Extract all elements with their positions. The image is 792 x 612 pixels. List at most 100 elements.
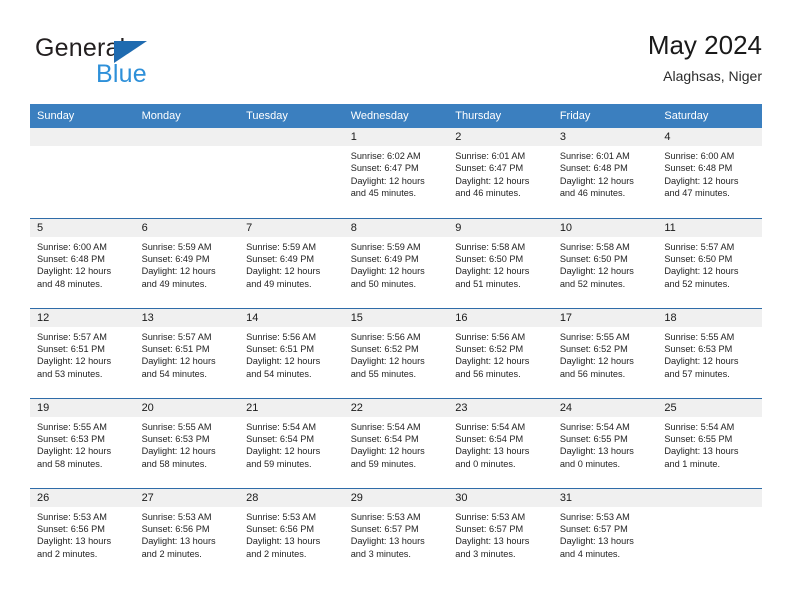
calendar-day-cell[interactable]: 9 Sunrise: 5:58 AM Sunset: 6:50 PM Daylight… bbox=[448, 217, 553, 308]
day-cell-details bbox=[30, 146, 135, 150]
sunset-text: Sunset: 6:51 PM bbox=[37, 343, 105, 354]
day-cell-inner: 28 Sunrise: 5:53 AM Sunset: 6:56 PM Dayligh… bbox=[239, 488, 344, 579]
day-cell-inner: 5 Sunrise: 6:00 AM Sunset: 6:48 PM Daylight… bbox=[30, 218, 135, 308]
daylight-text-line2: and 57 minutes. bbox=[664, 368, 730, 379]
calendar-day-cell[interactable]: 31 Sunrise: 5:53 AM Sunset: 6:57 PM Dayligh… bbox=[552, 487, 658, 578]
daylight-text-line2: and 50 minutes. bbox=[350, 278, 417, 289]
calendar-day-cell[interactable]: 15 Sunrise: 5:56 AM Sunset: 6:52 PM Dayligh… bbox=[343, 307, 449, 398]
calendar-day-cell[interactable]: 20 Sunrise: 5:55 AM Sunset: 6:53 PM Dayligh… bbox=[134, 397, 240, 488]
daylight-text-line1: Daylight: 12 hours bbox=[141, 356, 216, 367]
day-number: 18 bbox=[657, 308, 762, 327]
day-cell-inner: 29 Sunrise: 5:53 AM Sunset: 6:57 PM Dayligh… bbox=[343, 488, 449, 579]
sunset-text: Sunset: 6:49 PM bbox=[246, 253, 315, 264]
daylight-text-line1: Daylight: 12 hours bbox=[559, 175, 634, 186]
day-cell-details: Sunrise: 6:00 AM Sunset: 6:48 PM Daylight:… bbox=[657, 146, 762, 200]
calendar-day-cell[interactable]: 17 Sunrise: 5:55 AM Sunset: 6:52 PM Dayligh… bbox=[552, 307, 658, 398]
daylight-text-line2: and 0 minutes. bbox=[455, 458, 516, 469]
calendar-page: General Blue May 2024 Alaghsas, Niger Su… bbox=[0, 0, 792, 612]
day-cell-inner: 18 Sunrise: 5:55 AM Sunset: 6:53 PM Dayligh… bbox=[657, 308, 762, 398]
calendar-day-cell[interactable]: 3 Sunrise: 6:01 AM Sunset: 6:48 PM Daylight… bbox=[552, 128, 658, 218]
day-cell-inner: 20 Sunrise: 5:55 AM Sunset: 6:53 PM Dayligh… bbox=[134, 398, 240, 488]
calendar-day-cell[interactable]: 11 Sunrise: 5:57 AM Sunset: 6:50 PM Dayligh… bbox=[657, 217, 762, 308]
day-cell-inner: 1 Sunrise: 6:02 AM Sunset: 6:47 PM Daylight… bbox=[343, 128, 449, 218]
day-number: 26 bbox=[30, 488, 135, 507]
brand-name-general: General bbox=[35, 34, 126, 62]
sunrise-text: Sunrise: 5:54 AM bbox=[559, 421, 630, 432]
daylight-text-line2: and 54 minutes. bbox=[246, 368, 312, 379]
calendar-day-cell[interactable]: 4 Sunrise: 6:00 AM Sunset: 6:48 PM Daylight… bbox=[657, 128, 762, 218]
day-cell-details bbox=[135, 146, 240, 150]
day-cell-details: Sunrise: 5:55 AM Sunset: 6:53 PM Daylight:… bbox=[30, 417, 135, 471]
calendar-day-cell[interactable]: 6 Sunrise: 5:59 AM Sunset: 6:49 PM Daylight… bbox=[134, 217, 240, 308]
calendar-day-cell[interactable]: 25 Sunrise: 5:54 AM Sunset: 6:55 PM Dayligh… bbox=[657, 397, 762, 488]
brand-name-blue: Blue bbox=[96, 60, 147, 88]
calendar-day-cell[interactable]: 24 Sunrise: 5:54 AM Sunset: 6:55 PM Dayligh… bbox=[552, 397, 658, 488]
day-cell-details: Sunrise: 5:56 AM Sunset: 6:52 PM Daylight:… bbox=[344, 327, 449, 381]
day-cell-inner: 13 Sunrise: 5:57 AM Sunset: 6:51 PM Dayligh… bbox=[134, 308, 240, 398]
sunrise-text: Sunrise: 5:53 AM bbox=[559, 511, 630, 522]
sunrise-text: Sunrise: 5:53 AM bbox=[141, 511, 212, 522]
calendar-day-cell[interactable]: 5 Sunrise: 6:00 AM Sunset: 6:48 PM Daylight… bbox=[30, 217, 135, 308]
daylight-text-line2: and 4 minutes. bbox=[559, 548, 621, 559]
sunrise-text: Sunrise: 5:55 AM bbox=[37, 421, 107, 432]
day-cell-details: Sunrise: 5:54 AM Sunset: 6:54 PM Daylight:… bbox=[344, 417, 449, 471]
calendar-week-row: 5 Sunrise: 6:00 AM Sunset: 6:48 PM Daylight… bbox=[30, 217, 762, 308]
calendar-day-cell[interactable]: 22 Sunrise: 5:54 AM Sunset: 6:54 PM Dayligh… bbox=[343, 397, 449, 488]
page-header: General Blue May 2024 Alaghsas, Niger bbox=[30, 30, 762, 98]
day-cell-inner bbox=[239, 128, 344, 218]
daylight-text-line2: and 2 minutes. bbox=[141, 548, 202, 559]
daylight-text-line2: and 52 minutes. bbox=[559, 278, 626, 289]
day-cell-inner: 3 Sunrise: 6:01 AM Sunset: 6:48 PM Daylight… bbox=[552, 128, 658, 218]
calendar-day-cell[interactable]: 1 Sunrise: 6:02 AM Sunset: 6:47 PM Daylight… bbox=[343, 128, 449, 218]
calendar-day-cell[interactable]: 14 Sunrise: 5:56 AM Sunset: 6:51 PM Dayligh… bbox=[239, 307, 344, 398]
calendar-day-cell[interactable]: 2 Sunrise: 6:01 AM Sunset: 6:47 PM Daylight… bbox=[448, 128, 553, 218]
sunset-text: Sunset: 6:57 PM bbox=[455, 523, 524, 534]
sunrise-text: Sunrise: 6:01 AM bbox=[455, 151, 526, 161]
day-cell-inner: 17 Sunrise: 5:55 AM Sunset: 6:52 PM Dayligh… bbox=[552, 308, 658, 398]
day-cell-inner: 2 Sunrise: 6:01 AM Sunset: 6:47 PM Daylight… bbox=[448, 128, 553, 218]
brand-logo: General Blue bbox=[35, 34, 295, 90]
calendar-day-cell[interactable]: 13 Sunrise: 5:57 AM Sunset: 6:51 PM Dayligh… bbox=[134, 307, 240, 398]
daylight-text-line1: Daylight: 12 hours bbox=[37, 446, 112, 457]
day-cell-details: Sunrise: 5:55 AM Sunset: 6:52 PM Daylight:… bbox=[553, 327, 658, 381]
day-cell-details: Sunrise: 5:54 AM Sunset: 6:54 PM Daylight:… bbox=[448, 417, 553, 471]
daylight-text-line2: and 52 minutes. bbox=[664, 278, 730, 289]
daylight-text-line1: Daylight: 12 hours bbox=[455, 175, 530, 186]
daylight-text-line2: and 2 minutes. bbox=[37, 548, 98, 559]
daylight-text-line1: Daylight: 12 hours bbox=[559, 266, 634, 277]
day-cell-inner bbox=[30, 128, 135, 218]
calendar-day-cell[interactable]: 29 Sunrise: 5:53 AM Sunset: 6:57 PM Dayligh… bbox=[343, 487, 449, 579]
calendar-day-cell[interactable]: 18 Sunrise: 5:55 AM Sunset: 6:53 PM Dayligh… bbox=[657, 307, 762, 398]
daylight-text-line2: and 51 minutes. bbox=[455, 278, 521, 289]
day-cell-inner: 24 Sunrise: 5:54 AM Sunset: 6:55 PM Dayligh… bbox=[552, 398, 658, 488]
daylight-text-line2: and 49 minutes. bbox=[246, 278, 312, 289]
calendar-day-cell[interactable]: 26 Sunrise: 5:53 AM Sunset: 6:56 PM Dayligh… bbox=[30, 487, 135, 578]
day-number: 7 bbox=[239, 218, 344, 237]
daylight-text-line1: Daylight: 13 hours bbox=[455, 536, 530, 547]
day-cell-details: Sunrise: 5:53 AM Sunset: 6:56 PM Daylight:… bbox=[135, 507, 240, 561]
day-number bbox=[30, 128, 135, 146]
calendar-day-cell[interactable]: 19 Sunrise: 5:55 AM Sunset: 6:53 PM Dayligh… bbox=[30, 397, 135, 488]
calendar-day-cell[interactable]: 16 Sunrise: 5:56 AM Sunset: 6:52 PM Dayligh… bbox=[448, 307, 553, 398]
calendar-day-cell[interactable]: 8 Sunrise: 5:59 AM Sunset: 6:49 PM Daylight… bbox=[343, 217, 449, 308]
day-cell-inner: 27 Sunrise: 5:53 AM Sunset: 6:56 PM Dayligh… bbox=[134, 488, 240, 579]
calendar-day-cell[interactable]: 21 Sunrise: 5:54 AM Sunset: 6:54 PM Dayligh… bbox=[239, 397, 344, 488]
calendar-day-cell-empty bbox=[239, 128, 344, 218]
day-cell-inner: 23 Sunrise: 5:54 AM Sunset: 6:54 PM Dayligh… bbox=[448, 398, 553, 488]
day-number: 19 bbox=[30, 398, 135, 417]
daylight-text-line2: and 55 minutes. bbox=[350, 368, 417, 379]
daylight-text-line1: Daylight: 13 hours bbox=[559, 446, 634, 457]
calendar-day-cell[interactable]: 10 Sunrise: 5:58 AM Sunset: 6:50 PM Dayligh… bbox=[552, 217, 658, 308]
day-cell-details: Sunrise: 5:56 AM Sunset: 6:51 PM Daylight:… bbox=[239, 327, 344, 381]
calendar-day-cell[interactable]: 28 Sunrise: 5:53 AM Sunset: 6:56 PM Dayligh… bbox=[239, 487, 344, 579]
daylight-text-line1: Daylight: 12 hours bbox=[141, 266, 216, 277]
day-cell-details: Sunrise: 5:59 AM Sunset: 6:49 PM Daylight:… bbox=[135, 237, 240, 291]
calendar-day-cell[interactable]: 27 Sunrise: 5:53 AM Sunset: 6:56 PM Dayligh… bbox=[134, 487, 240, 579]
calendar-day-cell[interactable]: 30 Sunrise: 5:53 AM Sunset: 6:57 PM Dayligh… bbox=[448, 487, 553, 578]
daylight-text-line1: Daylight: 12 hours bbox=[246, 266, 321, 277]
calendar-day-cell[interactable]: 12 Sunrise: 5:57 AM Sunset: 6:51 PM Dayligh… bbox=[30, 307, 135, 398]
calendar-day-cell[interactable]: 23 Sunrise: 5:54 AM Sunset: 6:54 PM Dayligh… bbox=[448, 397, 553, 488]
calendar-day-cell[interactable]: 7 Sunrise: 5:59 AM Sunset: 6:49 PM Daylight… bbox=[239, 217, 344, 308]
sunrise-text: Sunrise: 5:56 AM bbox=[455, 331, 526, 342]
day-cell-details: Sunrise: 6:01 AM Sunset: 6:47 PM Daylight:… bbox=[448, 146, 553, 200]
